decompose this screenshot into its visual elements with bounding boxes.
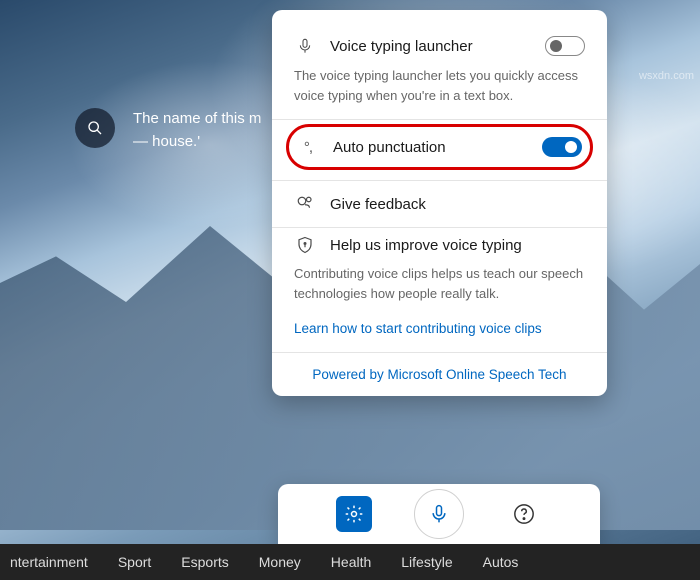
nav-item[interactable]: Money	[259, 554, 301, 570]
microphone-button[interactable]	[414, 489, 464, 539]
panel-footer[interactable]: Powered by Microsoft Online Speech Tech	[272, 352, 607, 396]
search-icon	[87, 120, 103, 136]
punctuation-icon: °,	[297, 139, 319, 156]
improve-voice-typing-item: Help us improve voice typing Contributin…	[272, 228, 607, 352]
feedback-icon	[294, 195, 316, 213]
voice-typing-launcher-label: Voice typing launcher	[330, 38, 531, 55]
voice-typing-settings-panel: Voice typing launcher The voice typing l…	[272, 10, 607, 396]
desktop-search-widget: The name of this m— house.'	[75, 108, 273, 153]
toggle-knob	[565, 141, 577, 153]
toggle-knob	[550, 40, 562, 52]
divider	[272, 119, 607, 120]
search-result-text: The name of this m— house.'	[133, 108, 273, 153]
nav-item[interactable]: Health	[331, 554, 371, 570]
voice-typing-launcher-desc: The voice typing launcher lets you quick…	[294, 64, 585, 119]
improve-voice-typing-label: Help us improve voice typing	[330, 237, 585, 254]
improve-voice-typing-desc: Contributing voice clips helps us teach …	[294, 262, 585, 317]
help-icon	[513, 503, 535, 525]
nav-item[interactable]: Autos	[483, 554, 519, 570]
settings-button[interactable]	[336, 496, 372, 532]
give-feedback-label: Give feedback	[330, 196, 585, 213]
give-feedback-item[interactable]: Give feedback	[272, 181, 607, 227]
mic-icon	[429, 501, 449, 527]
auto-punctuation-highlight: °, Auto punctuation	[286, 124, 593, 170]
contributing-voice-clips-link[interactable]: Learn how to start contributing voice cl…	[294, 317, 585, 352]
help-button[interactable]	[506, 496, 542, 532]
nav-item[interactable]: Sport	[118, 554, 151, 570]
shield-icon	[294, 236, 316, 254]
nav-item[interactable]: Lifestyle	[401, 554, 452, 570]
auto-punctuation-label: Auto punctuation	[333, 139, 528, 156]
search-button[interactable]	[75, 108, 115, 148]
auto-punctuation-toggle[interactable]	[542, 137, 582, 157]
voice-typing-toolbar	[278, 484, 600, 544]
voice-typing-launcher-toggle[interactable]	[545, 36, 585, 56]
watermark: wsxdn.com	[639, 70, 694, 82]
mic-icon	[294, 36, 316, 56]
nav-item[interactable]: Esports	[181, 554, 228, 570]
gear-icon	[344, 504, 364, 524]
nav-item[interactable]: ntertainment	[10, 554, 88, 570]
bottom-nav: ntertainment Sport Esports Money Health …	[0, 544, 700, 580]
voice-typing-launcher-item: Voice typing launcher The voice typing l…	[272, 28, 607, 119]
